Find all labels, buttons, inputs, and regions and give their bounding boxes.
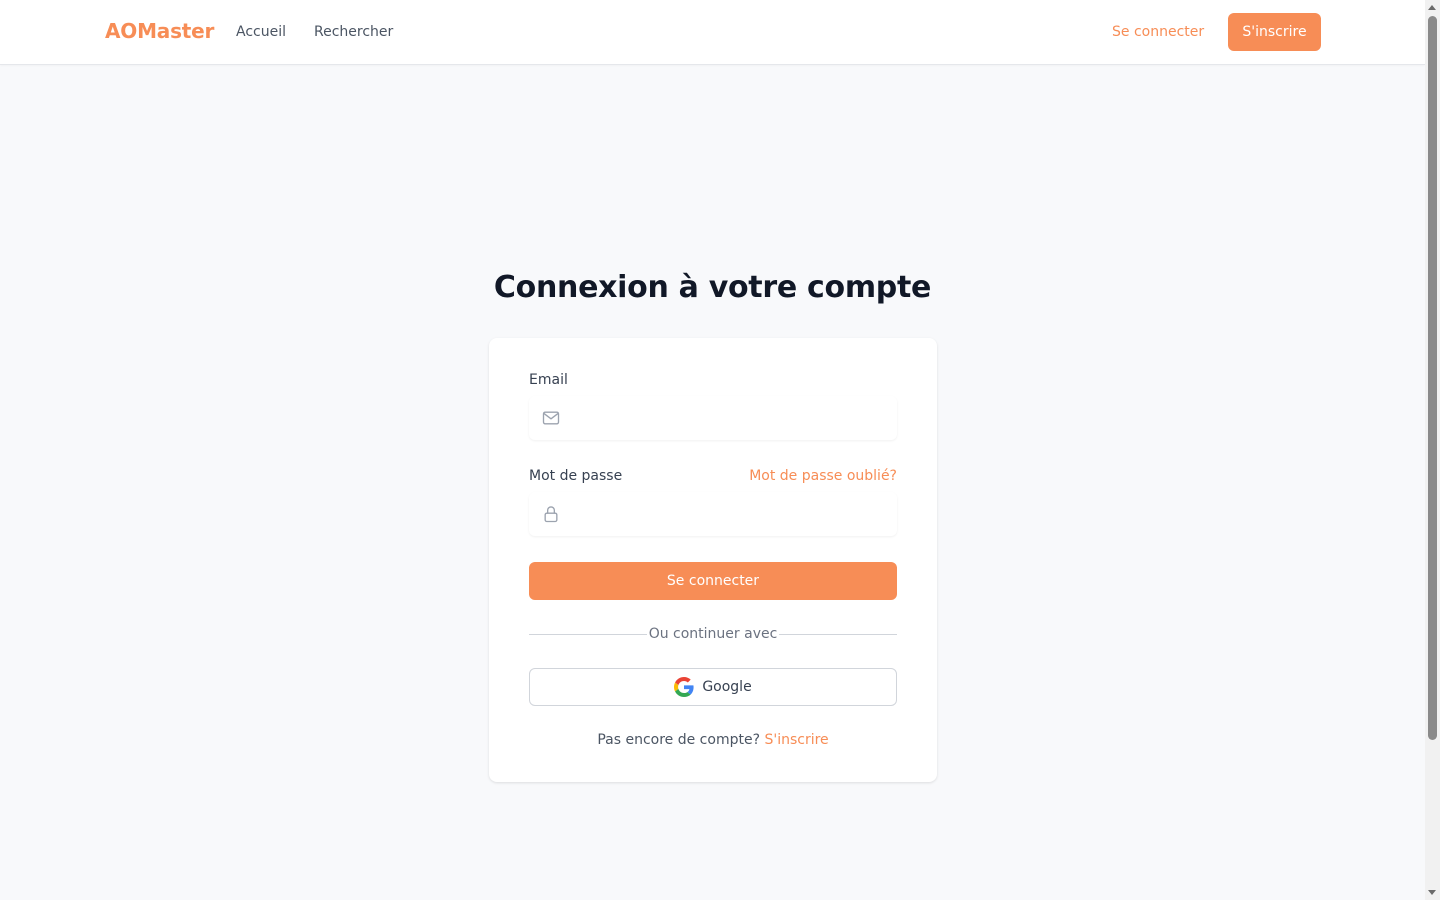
header-signup-button[interactable]: S'inscrire (1228, 13, 1321, 51)
email-field-wrapper[interactable] (529, 396, 897, 440)
scroll-up-arrow-icon[interactable] (1428, 5, 1436, 10)
logo[interactable]: AOMaster (105, 19, 214, 43)
mail-icon (542, 411, 560, 425)
email-label: Email (529, 372, 568, 388)
google-button-label: Google (702, 679, 752, 695)
divider-line-right (779, 634, 897, 635)
signup-prompt: Pas encore de compte? S'inscrire (489, 732, 937, 748)
email-input[interactable] (529, 396, 897, 440)
forgot-password-link[interactable]: Mot de passe oublié? (749, 468, 897, 484)
page-title: Connexion à votre compte (493, 270, 932, 305)
login-submit-button[interactable]: Se connecter (529, 562, 897, 600)
google-icon (674, 677, 694, 697)
signup-link[interactable]: S'inscrire (764, 732, 828, 748)
scroll-thumb[interactable] (1428, 16, 1437, 740)
nav-link-accueil[interactable]: Accueil (236, 24, 286, 40)
password-field-wrapper[interactable] (529, 492, 897, 536)
top-navbar: AOMaster Accueil Rechercher Se connecter… (0, 0, 1425, 65)
login-card: Email Mot de passe Mot de passe oublié? … (489, 338, 937, 782)
scroll-down-arrow-icon[interactable] (1428, 890, 1436, 895)
no-account-text: Pas encore de compte? (597, 732, 760, 748)
header-login-link[interactable]: Se connecter (1112, 24, 1204, 40)
password-label: Mot de passe (529, 468, 623, 484)
page-scrollbar[interactable] (1425, 0, 1440, 900)
nav-link-rechercher[interactable]: Rechercher (314, 24, 393, 40)
lock-icon (544, 506, 558, 523)
divider: Ou continuer avec (529, 624, 897, 644)
google-login-button[interactable]: Google (529, 668, 897, 706)
password-input[interactable] (529, 492, 897, 536)
